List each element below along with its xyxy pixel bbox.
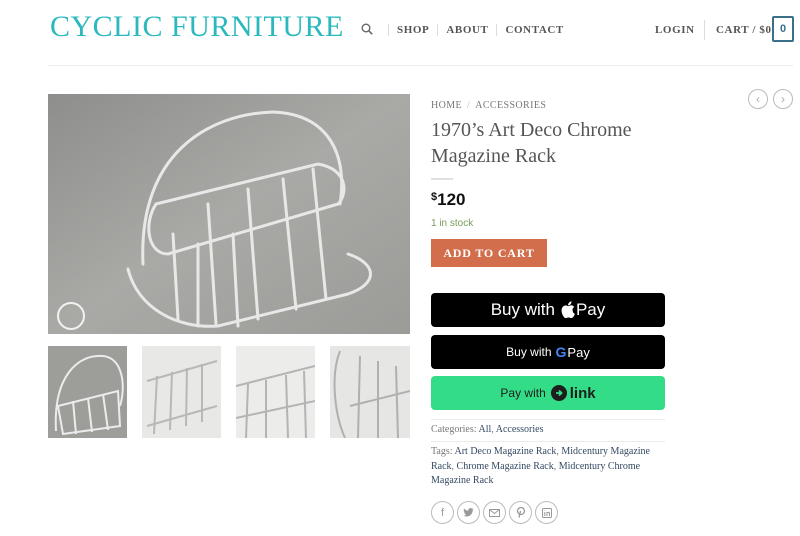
- thumbnail-2[interactable]: [142, 346, 221, 438]
- meta-divider: [431, 419, 665, 420]
- pinterest-icon[interactable]: [509, 501, 532, 524]
- apple-icon: [561, 300, 575, 318]
- tag-link[interactable]: Chrome Magazine Rack: [457, 461, 554, 472]
- google-pay-brand: Pay: [567, 344, 590, 360]
- email-icon[interactable]: [483, 501, 506, 524]
- product-main-image[interactable]: [48, 94, 410, 334]
- breadcrumb-separator: /: [467, 100, 471, 111]
- site-logo[interactable]: CYCLIC FURNITURE: [50, 10, 344, 44]
- price-amount: 120: [437, 190, 466, 209]
- cart-count-icon[interactable]: 0: [772, 16, 794, 42]
- google-g-icon: G: [555, 344, 567, 360]
- link-arrow-icon: [550, 385, 567, 401]
- zoom-icon[interactable]: [57, 302, 85, 330]
- product-price: $120: [431, 190, 466, 210]
- breadcrumb: HOME / ACCESSORIES: [431, 100, 546, 111]
- apple-pay-label: Buy with: [490, 300, 555, 319]
- breadcrumb-home[interactable]: HOME: [431, 100, 462, 111]
- google-pay-label: Buy with: [506, 345, 552, 359]
- nav-divider: [437, 24, 439, 36]
- breadcrumb-accessories[interactable]: ACCESSORIES: [475, 100, 546, 111]
- nav-item-about[interactable]: ABOUT: [446, 24, 488, 36]
- main-nav: SHOP ABOUT CONTACT: [380, 24, 564, 36]
- apple-pay-button[interactable]: Buy with Pay: [431, 293, 665, 327]
- search-icon[interactable]: [361, 23, 373, 35]
- nav-item-shop[interactable]: SHOP: [397, 24, 429, 36]
- title-divider: [431, 178, 453, 180]
- login-link[interactable]: LOGIN: [655, 24, 695, 36]
- twitter-icon[interactable]: [457, 501, 480, 524]
- tags-label: Tags:: [431, 446, 453, 457]
- facebook-icon[interactable]: f: [431, 501, 454, 524]
- link-pay-label: Pay with: [500, 386, 546, 400]
- apple-pay-brand: Pay: [575, 300, 606, 319]
- linkedin-icon[interactable]: [535, 501, 558, 524]
- product-tags: Tags: Art Deco Magazine Rack, Midcentury…: [431, 446, 650, 486]
- categories-label: Categories:: [431, 424, 477, 435]
- header-divider-line: [48, 65, 793, 66]
- tag-link[interactable]: Art Deco Magazine Rack: [454, 446, 556, 457]
- header-divider: [704, 20, 705, 40]
- product-categories: Categories: All, Accessories: [431, 424, 544, 435]
- prev-product-icon[interactable]: ‹: [748, 89, 768, 109]
- thumbnail-4[interactable]: [330, 346, 410, 438]
- google-pay-button[interactable]: Buy with G Pay: [431, 335, 665, 369]
- thumbnail-1[interactable]: [48, 346, 127, 438]
- link-brand: link: [569, 384, 596, 402]
- nav-divider: [388, 24, 389, 36]
- stock-status: 1 in stock: [431, 218, 474, 229]
- next-product-icon[interactable]: ›: [773, 89, 793, 109]
- nav-divider: [496, 24, 498, 36]
- category-link-all[interactable]: All: [479, 424, 492, 435]
- social-share: f: [431, 501, 561, 524]
- price-currency: $: [431, 191, 438, 203]
- category-link-accessories[interactable]: Accessories: [496, 424, 544, 435]
- thumbnail-3[interactable]: [236, 346, 315, 438]
- link-pay-button[interactable]: Pay with link: [431, 376, 665, 410]
- add-to-cart-button[interactable]: ADD TO CART: [431, 239, 547, 267]
- nav-item-contact[interactable]: CONTACT: [505, 24, 563, 36]
- cart-link[interactable]: CART / $0: [716, 24, 772, 36]
- meta-divider: [431, 441, 665, 442]
- product-title: 1970’s Art Deco Chrome Magazine Rack: [431, 119, 632, 167]
